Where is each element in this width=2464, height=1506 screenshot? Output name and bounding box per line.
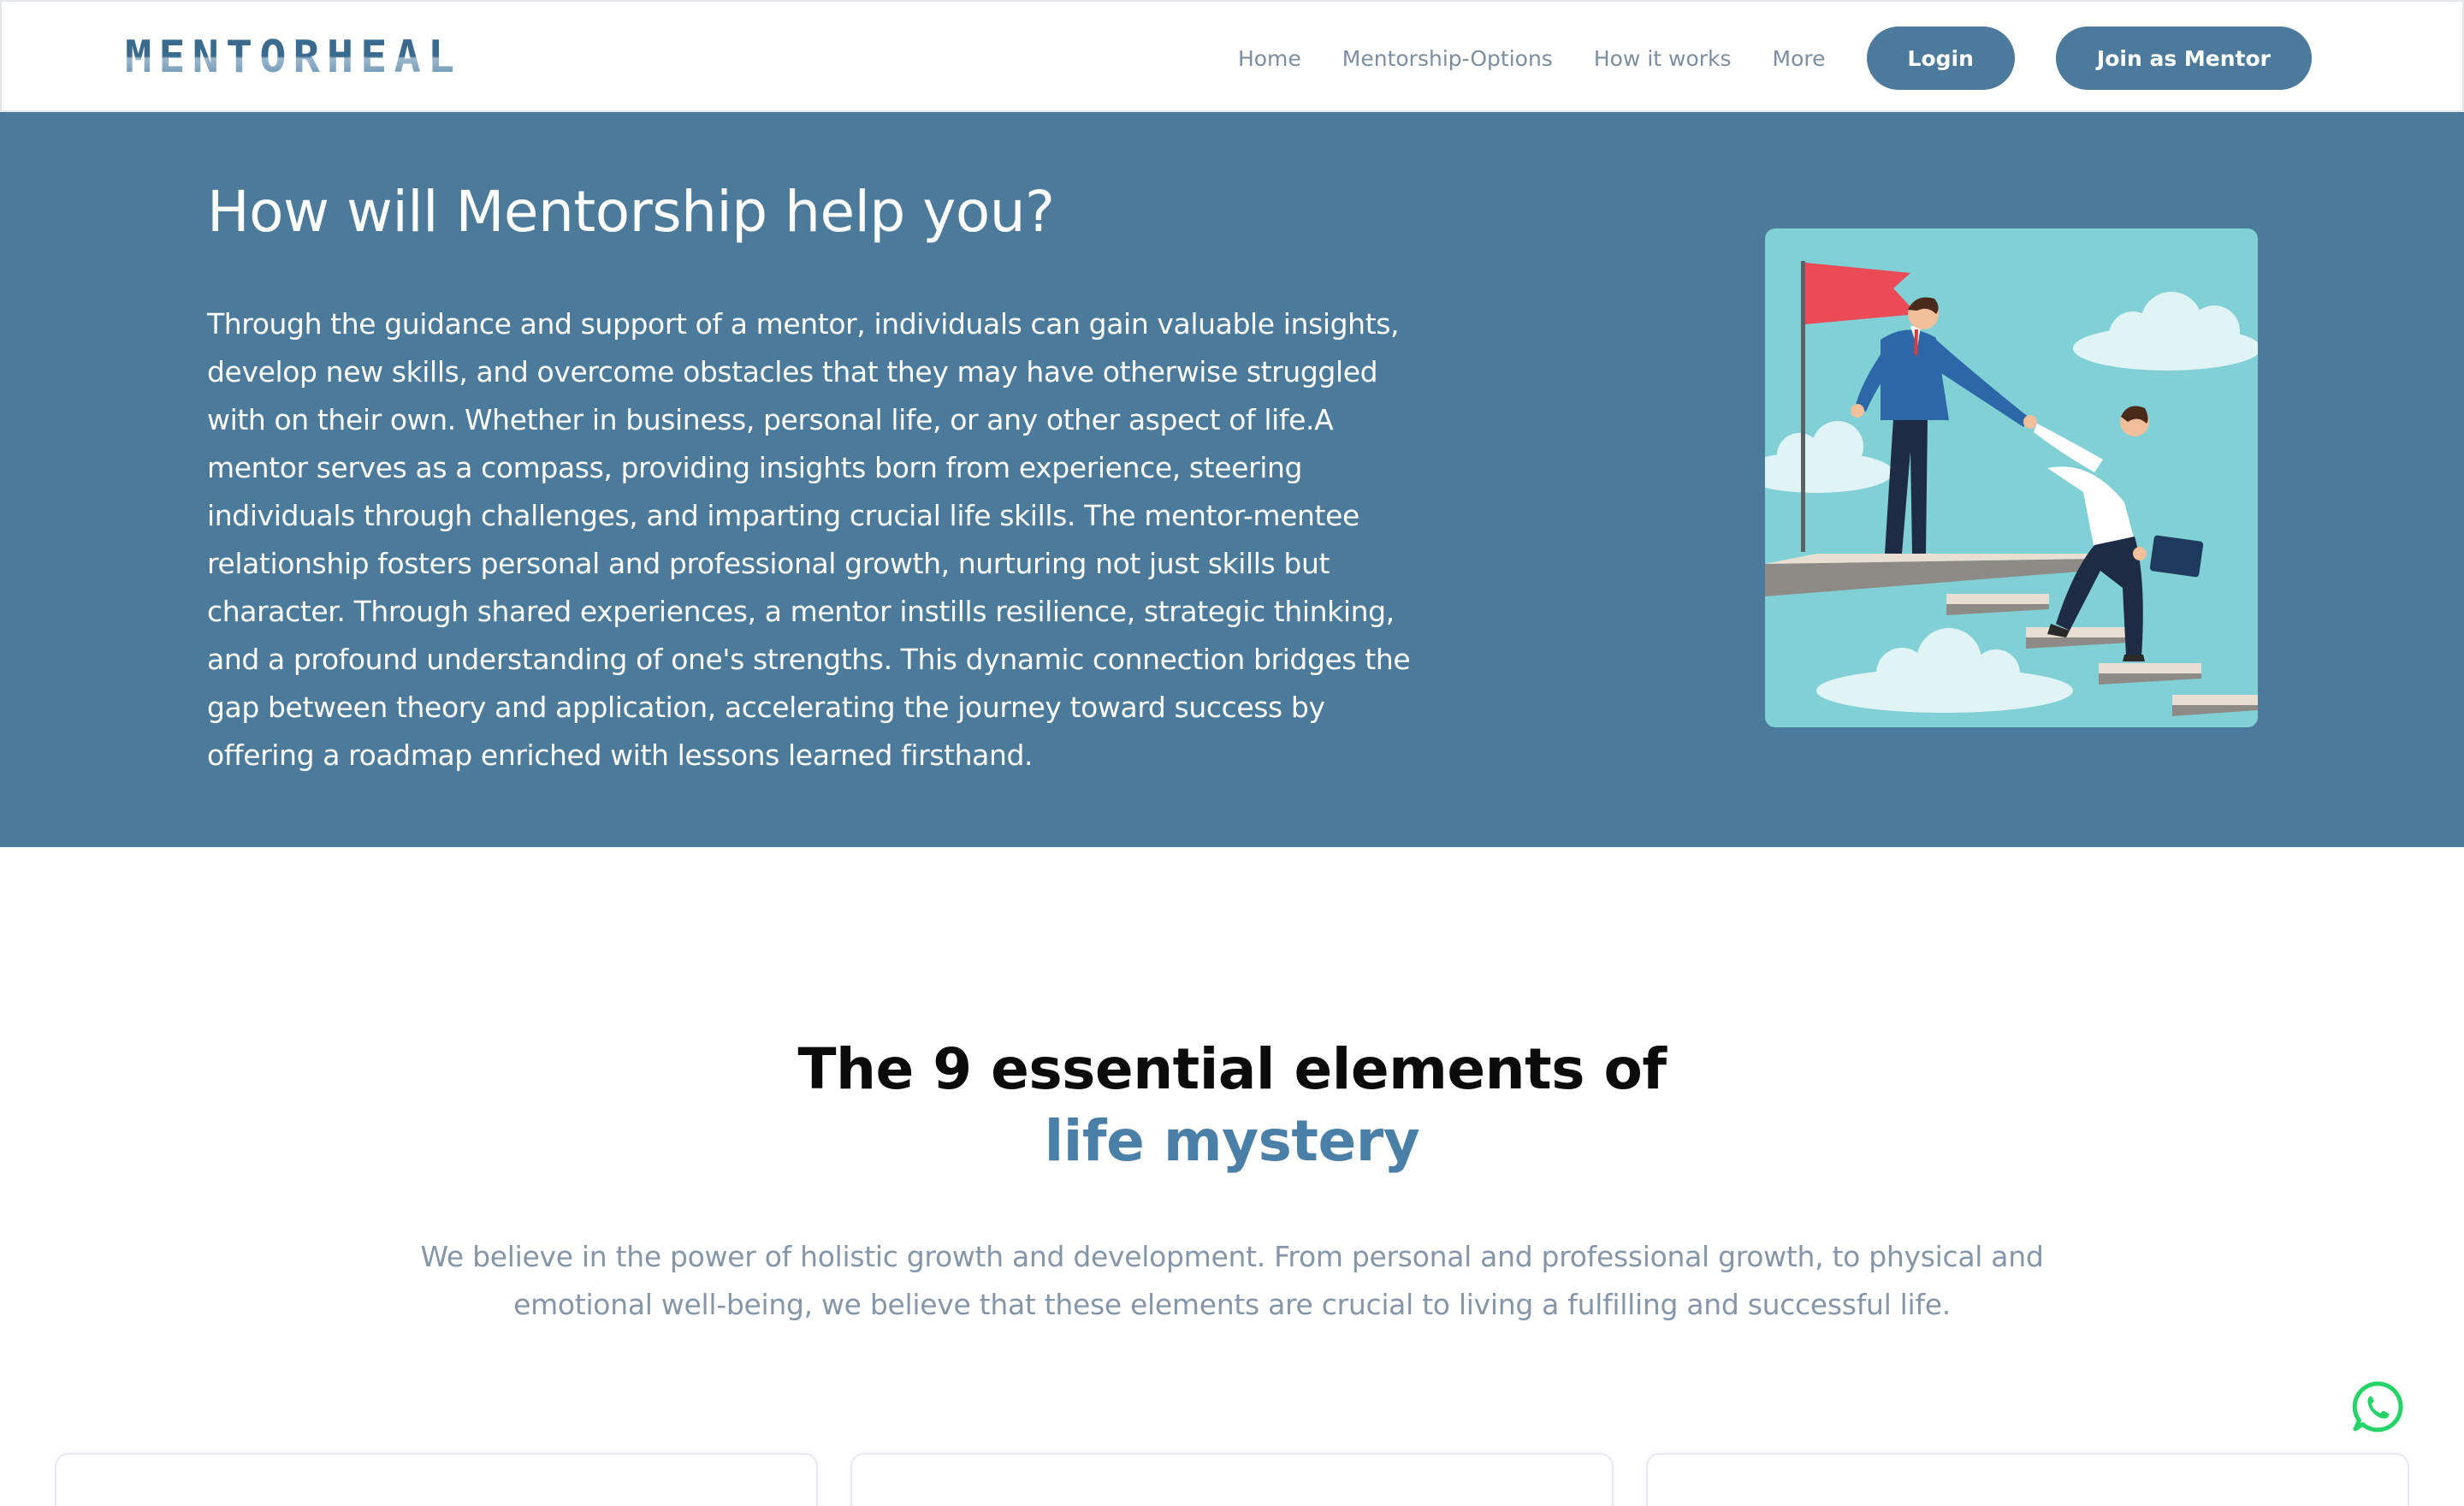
whatsapp-icon (2352, 1381, 2403, 1432)
brand-logo[interactable]: MENTORHEAL (125, 31, 476, 84)
nav-links: Home Mentorship-Options How it works Mor… (1238, 27, 2312, 90)
whatsapp-button[interactable] (2350, 1379, 2405, 1434)
nav-link-more[interactable]: More (1773, 46, 1826, 71)
element-card[interactable] (55, 1453, 818, 1506)
navbar: MENTORHEAL Home Mentorship-Options How i… (0, 0, 2464, 112)
element-card[interactable] (1646, 1453, 2409, 1506)
nav-link-home[interactable]: Home (1238, 46, 1301, 71)
nav-link-how-it-works[interactable]: How it works (1594, 46, 1732, 71)
elements-title-line: The 9 essential elements of (797, 1036, 1667, 1102)
elements-description: We believe in the power of holistic grow… (420, 1240, 2044, 1321)
mentor-helping-climb-illustration (1765, 228, 2258, 727)
page: MENTORHEAL Home Mentorship-Options How i… (0, 0, 2464, 1506)
hero-body: Through the guidance and support of a me… (207, 307, 1411, 772)
hero-section: How will Mentorship help you? Through th… (0, 112, 2464, 847)
logo-text: MENTORHEAL (125, 32, 462, 83)
elements-title-accent: life mystery (1044, 1108, 1420, 1174)
login-button[interactable]: Login (1866, 27, 2015, 90)
mentorship-illustration (1765, 228, 2258, 727)
nav-link-mentorship-options[interactable]: Mentorship-Options (1342, 46, 1553, 71)
element-card[interactable] (850, 1453, 1614, 1506)
hero-title: How will Mentorship help you? (207, 179, 1055, 245)
join-as-mentor-button[interactable]: Join as Mentor (2055, 27, 2312, 90)
elements-section-title: The 9 essential elements of life mystery (0, 1034, 2464, 1177)
